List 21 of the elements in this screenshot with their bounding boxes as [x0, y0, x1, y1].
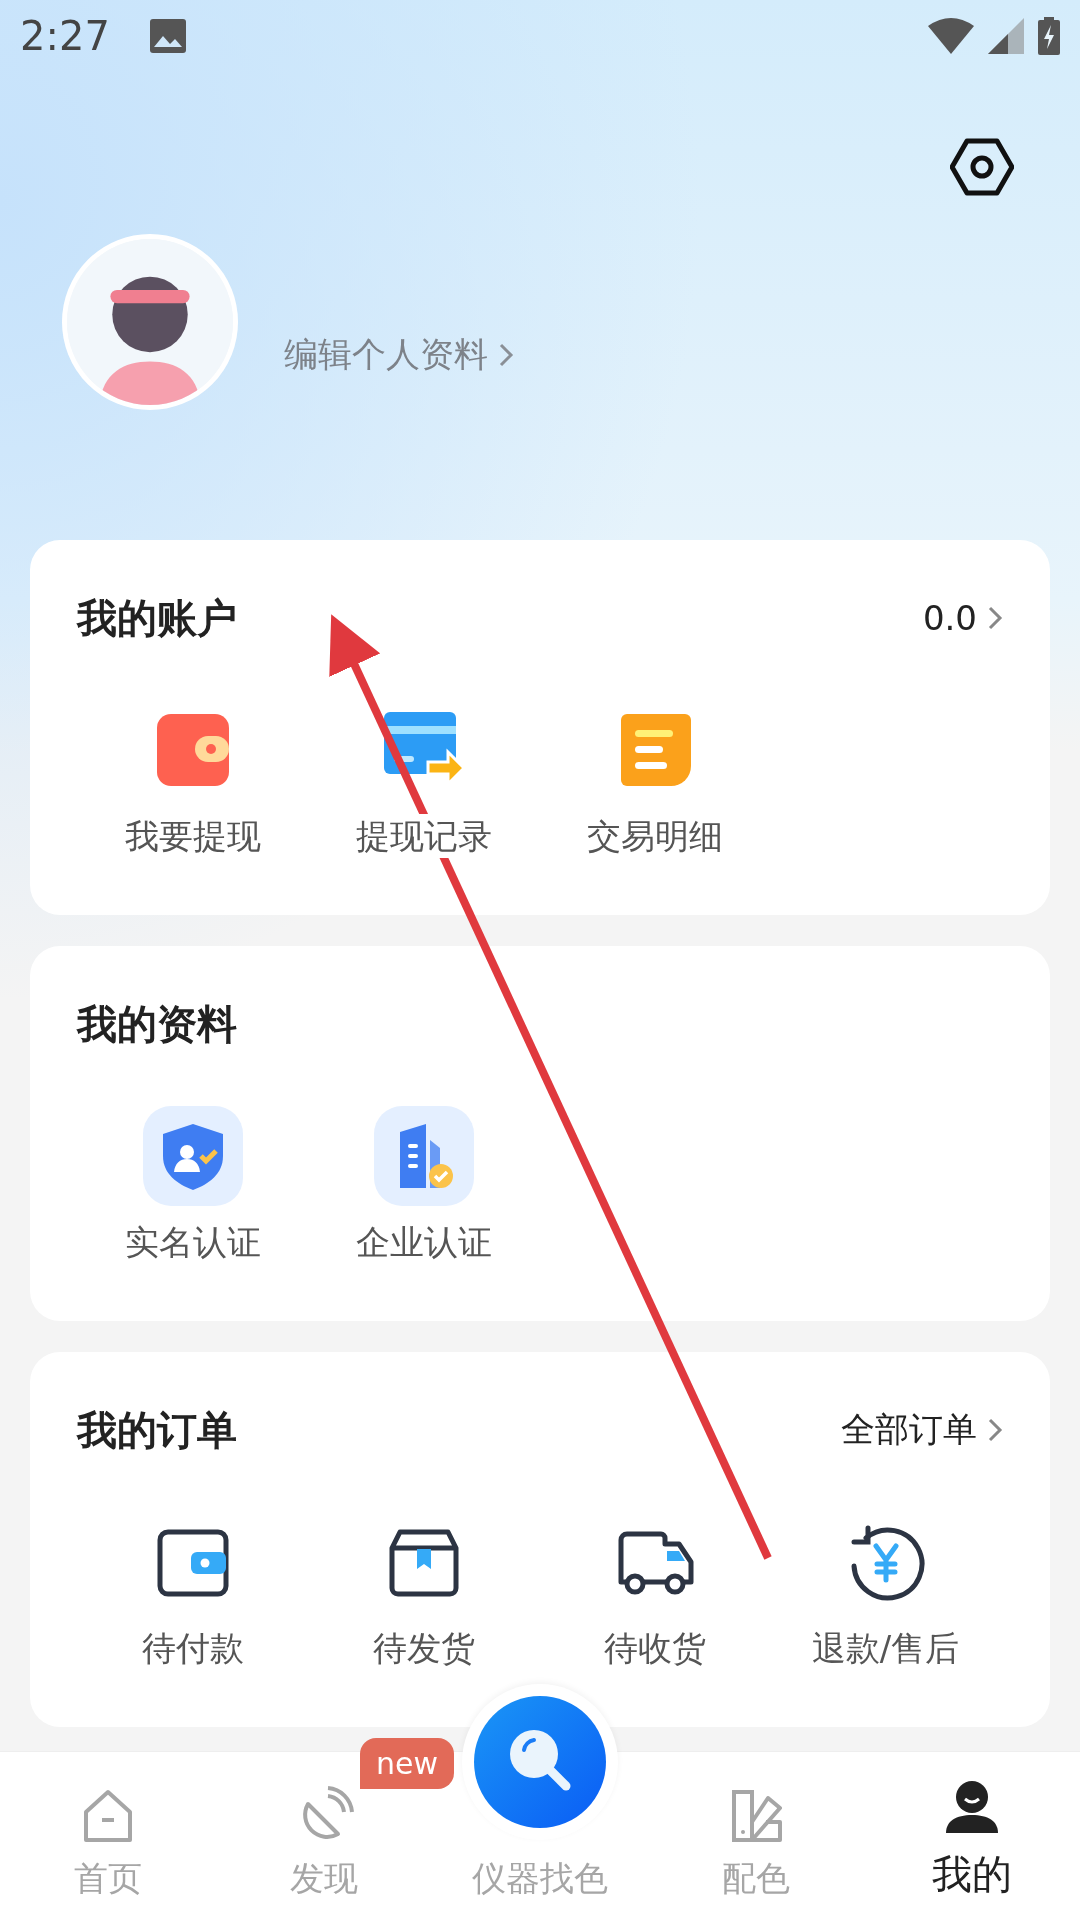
- new-badge: new: [360, 1738, 454, 1789]
- wifi-icon: [928, 18, 974, 54]
- battery-icon: [1038, 17, 1060, 55]
- nav-tab[interactable]: 我的: [864, 1752, 1080, 1920]
- chevron-icon: [498, 342, 514, 368]
- id-shield-icon: [142, 1106, 243, 1206]
- all-orders-link[interactable]: 全部订单: [841, 1407, 1003, 1453]
- section-title: 我的资料: [77, 999, 237, 1049]
- section-title: 我的订单: [77, 1405, 237, 1455]
- building-icon: [373, 1106, 474, 1206]
- section-title: 我的账户: [77, 593, 237, 643]
- menu-item-label[interactable]: 提现记录: [355, 814, 492, 858]
- chevron-icon: [987, 1417, 1003, 1443]
- search-icon: [474, 1696, 606, 1828]
- image-icon: [149, 19, 186, 53]
- settings-icon[interactable]: [950, 138, 1014, 196]
- status-time: 2:27: [20, 13, 110, 59]
- chevron-icon: [987, 605, 1003, 631]
- signal-icon: [988, 18, 1024, 54]
- wallet-icon: [154, 712, 231, 788]
- balance-link[interactable]: 0.0: [922, 598, 1003, 638]
